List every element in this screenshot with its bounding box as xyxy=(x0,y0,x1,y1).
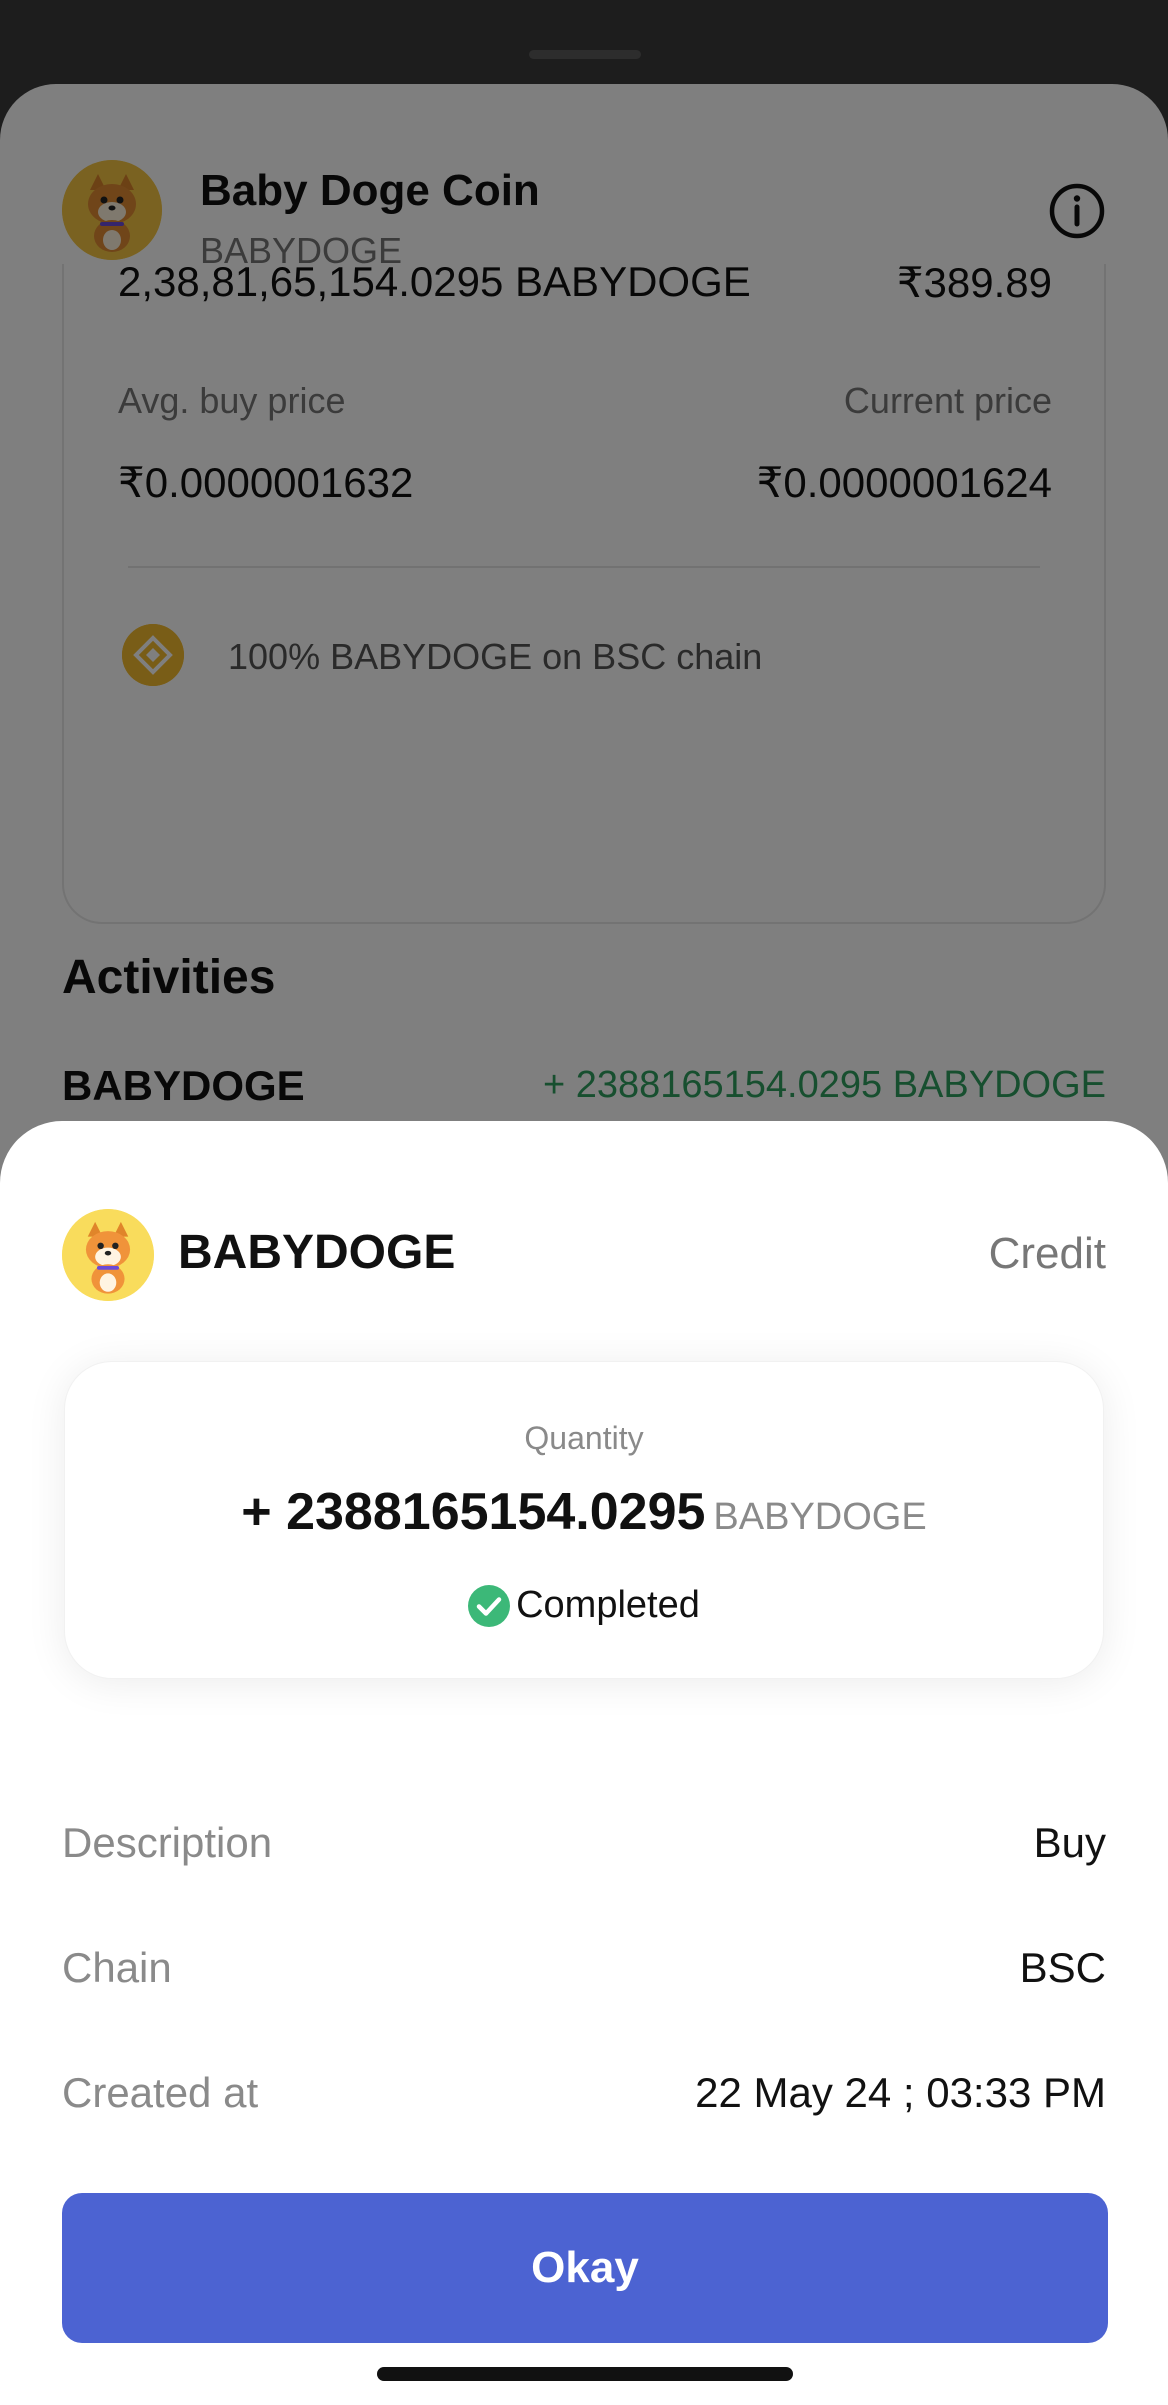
babydoge-logo-icon xyxy=(62,1209,154,1301)
detail-row-description: Description Buy xyxy=(62,1819,1106,1879)
home-indicator xyxy=(377,2367,793,2381)
detail-label: Description xyxy=(62,1819,273,1866)
quantity-label: Quantity xyxy=(524,1420,644,1456)
detail-row-created-at: Created at 22 May 24 ; 03:33 PM xyxy=(62,2069,1106,2129)
detail-value: BSC xyxy=(1019,1944,1106,1991)
status-row: Completed xyxy=(65,1584,1103,1627)
transaction-coin-name: BABYDOGE xyxy=(178,1226,456,1279)
modal-header: BABYDOGE Credit xyxy=(62,1209,1106,1303)
okay-button[interactable]: Okay xyxy=(62,2193,1108,2343)
check-circle-icon xyxy=(468,1584,511,1627)
quantity-card: Quantity + 2388165154.0295 BABYDOGE Compl… xyxy=(64,1361,1104,1679)
detail-row-chain: Chain BSC xyxy=(62,1944,1106,2004)
detail-label: Chain xyxy=(62,1944,172,1991)
quantity-row: + 2388165154.0295 BABYDOGE xyxy=(65,1482,1103,1542)
detail-value: Buy xyxy=(1033,1819,1106,1866)
status-text: Completed xyxy=(516,1584,700,1626)
transaction-detail-modal: BABYDOGE Credit Quantity + 2388165154.02… xyxy=(0,1121,1168,2405)
detail-label: Created at xyxy=(62,2069,259,2116)
quantity-unit: BABYDOGE xyxy=(713,1496,927,1538)
detail-value: 22 May 24 ; 03:33 PM xyxy=(695,2069,1106,2116)
quantity-value: + 2388165154.0295 xyxy=(241,1483,706,1541)
transaction-type: Credit xyxy=(988,1229,1106,1278)
